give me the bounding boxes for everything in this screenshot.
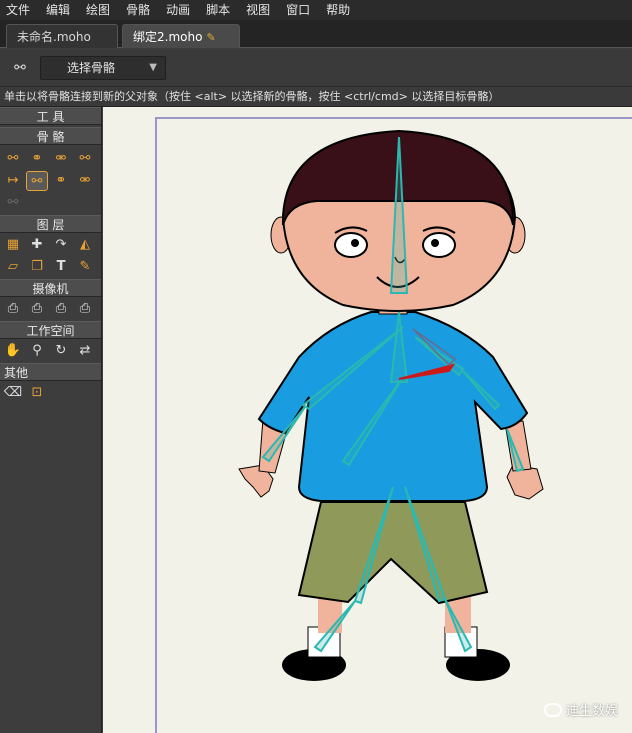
eyedropper-icon[interactable]: ✎: [74, 257, 96, 277]
status-bar: 单击以将骨骼连接到新的父对象（按住 <alt> 以选择新的骨骼，按住 <ctrl…: [0, 87, 632, 107]
set-origin-icon[interactable]: ▦: [2, 235, 24, 255]
left-eye[interactable]: [334, 232, 368, 258]
moho-app: 文件 编辑 绘图 骨骼 动画 脚本 视图 窗口 帮助 未命名.moho 绑定2.…: [0, 0, 632, 733]
manipulate-bones-icon[interactable]: ⚯: [74, 149, 96, 169]
watermark-text: 迪生数娱: [565, 704, 618, 719]
status-text: 单击以将骨骼连接到新的父对象（按住 <alt> 以选择新的骨骼，按住 <ctrl…: [4, 90, 500, 103]
menu-help[interactable]: 帮助: [318, 0, 358, 20]
shirt[interactable]: [257, 311, 529, 502]
chat-bubble-icon: [543, 702, 562, 717]
bone-strength-icon[interactable]: ⚯: [26, 171, 48, 191]
tab-label: 未命名.moho: [17, 30, 91, 44]
rotate-workspace-icon[interactable]: ↻: [50, 341, 72, 361]
zoom-camera-icon[interactable]: ⎙: [26, 299, 48, 319]
menu-animation[interactable]: 动画: [158, 0, 198, 20]
toolbox-panel: 工 具 骨 骼 ⚯ ⚭ ⚮ ⚯ ↦ ⚯ ⚭ ⚮ ⚯ 图 层 ▦ ✚ ↷ ◭ ▱ …: [0, 107, 102, 733]
dropdown-value: 选择骨骼: [67, 61, 116, 75]
tab-rig2[interactable]: 绑定2.moho ✎: [122, 24, 240, 48]
magnifier-icon[interactable]: ⚲: [26, 341, 48, 361]
bind-points-icon[interactable]: ⚯: [2, 193, 24, 213]
menu-scripts[interactable]: 脚本: [198, 0, 238, 20]
track-camera-icon[interactable]: ⎙: [2, 299, 24, 319]
bone-select-dropdown[interactable]: 选择骨骼 ▼: [40, 56, 166, 80]
pan-tilt-camera-icon[interactable]: ⎙: [74, 299, 96, 319]
menu-window[interactable]: 窗口: [278, 0, 318, 20]
bind-layer-icon[interactable]: ⚮: [74, 171, 96, 191]
reparent-bone-icon[interactable]: ↦: [2, 171, 24, 191]
rotate-layer-icon[interactable]: ↷: [50, 235, 72, 255]
reset-view-icon[interactable]: ⇄: [74, 341, 96, 361]
tab-label: 绑定2.moho: [133, 30, 203, 44]
menu-edit[interactable]: 编辑: [38, 0, 78, 20]
menu-file[interactable]: 文件: [0, 0, 38, 20]
section-workspace: 工作空间: [0, 321, 101, 339]
transform-layer-icon[interactable]: ✚: [26, 235, 48, 255]
section-layer: 图 层: [0, 215, 101, 233]
chevron-down-icon: ▼: [149, 62, 157, 73]
canvas[interactable]: 迪生数娱: [103, 107, 632, 733]
right-pupil: [431, 239, 439, 247]
roll-camera-icon[interactable]: ⎙: [50, 299, 72, 319]
scale-layer-icon[interactable]: ◭: [74, 235, 96, 255]
lock-icon[interactable]: ⊡: [26, 383, 48, 403]
shear-layer-icon[interactable]: ▱: [2, 257, 24, 277]
section-tools: 工 具: [0, 107, 101, 125]
character-artwork: [238, 129, 544, 681]
offset-bone-icon[interactable]: ⚭: [50, 171, 72, 191]
section-other: 其他: [0, 363, 101, 381]
hand-icon[interactable]: ✋: [2, 341, 24, 361]
section-bones: 骨 骼: [0, 127, 101, 145]
watermark: 迪生数娱: [543, 700, 618, 719]
tab-untitled[interactable]: 未命名.moho: [6, 24, 118, 48]
tool-options-bar: ⚯ 选择骨骼 ▼: [0, 49, 632, 87]
menu-bone[interactable]: 骨骼: [118, 0, 158, 20]
shorts[interactable]: [297, 501, 489, 605]
text-icon[interactable]: T: [50, 257, 72, 277]
left-pupil: [351, 239, 359, 247]
switch-layer-icon[interactable]: ❐: [26, 257, 48, 277]
section-camera: 摄像机: [0, 279, 101, 297]
select-bone-icon[interactable]: ⚯: [2, 149, 24, 169]
transform-bone-icon[interactable]: ⚮: [50, 149, 72, 169]
menu-view[interactable]: 视图: [238, 0, 278, 20]
add-bone-icon[interactable]: ⚭: [26, 149, 48, 169]
eraser-icon[interactable]: ⌫: [2, 383, 24, 403]
right-eye[interactable]: [422, 232, 456, 258]
menubar: 文件 编辑 绘图 骨骼 动画 脚本 视图 窗口 帮助: [0, 0, 632, 20]
menu-draw[interactable]: 绘图: [78, 0, 118, 20]
modified-pencil-icon: ✎: [206, 31, 216, 44]
select-bone-icon: ⚯: [14, 60, 26, 76]
document-tabs: 未命名.moho 绑定2.moho ✎: [0, 20, 632, 48]
